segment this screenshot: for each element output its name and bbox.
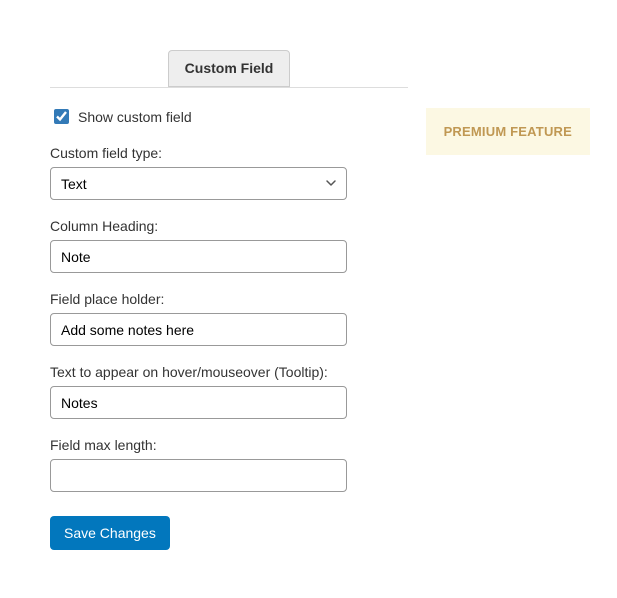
show-custom-field-checkbox[interactable] bbox=[54, 109, 69, 124]
column-heading-input[interactable] bbox=[50, 240, 347, 273]
field-max-length-label: Field max length: bbox=[50, 437, 572, 453]
field-placeholder-input[interactable] bbox=[50, 313, 347, 346]
column-heading-label: Column Heading: bbox=[50, 218, 572, 234]
tab-bar: Custom Field bbox=[50, 50, 408, 88]
save-changes-button[interactable]: Save Changes bbox=[50, 516, 170, 550]
tab-custom-field[interactable]: Custom Field bbox=[168, 50, 291, 87]
premium-feature-badge: PREMIUM FEATURE bbox=[426, 108, 590, 155]
tooltip-text-label: Text to appear on hover/mouseover (Toolt… bbox=[50, 364, 572, 380]
tooltip-text-input[interactable] bbox=[50, 386, 347, 419]
show-custom-field-label[interactable]: Show custom field bbox=[78, 109, 192, 125]
custom-field-type-select[interactable]: Text bbox=[50, 167, 347, 200]
field-max-length-input[interactable] bbox=[50, 459, 347, 492]
field-placeholder-label: Field place holder: bbox=[50, 291, 572, 307]
